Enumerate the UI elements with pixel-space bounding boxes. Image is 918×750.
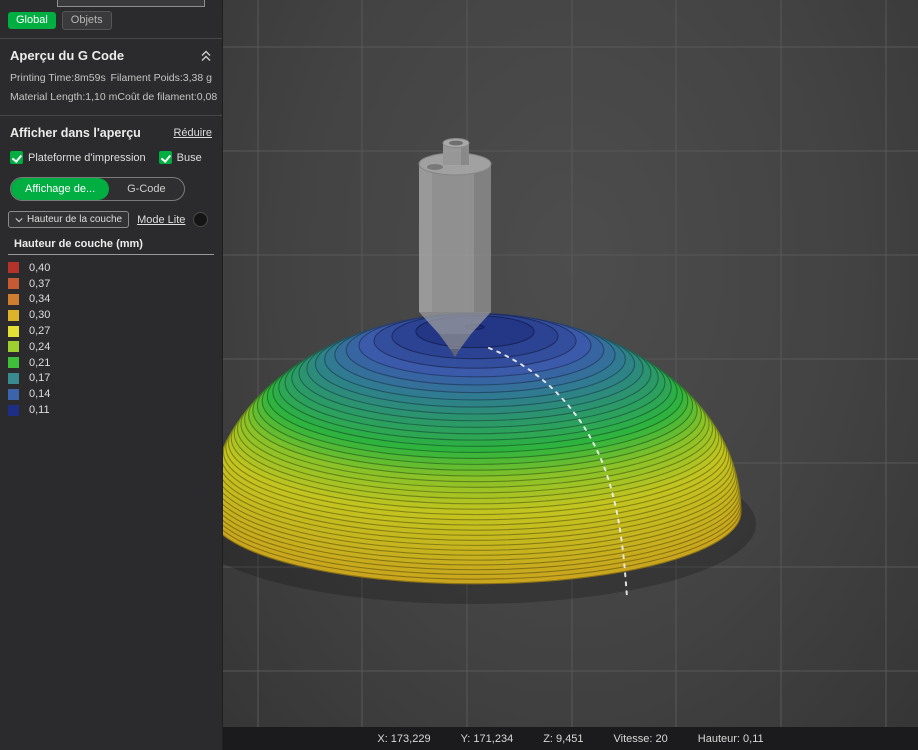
legend-item: 0,27 [8,323,222,339]
layer-color-swatch [8,341,19,352]
status-y: Y: 171,234 [461,733,514,745]
mode-lite-toggle[interactable] [193,212,208,227]
filament-weight-stat: Filament Poids:3,38 g [110,69,212,88]
layer-color-swatch [8,262,19,273]
legend-value: 0,17 [29,372,50,384]
reduce-link[interactable]: Réduire [173,127,212,139]
preview-checkboxes: Plateforme d'impression Buse [0,144,222,171]
legend-item: 0,30 [8,307,222,323]
checkbox-build-plate-label: Plateforme d'impression [28,152,146,164]
layer-color-swatch [8,326,19,337]
sidebar-panel: Global Objets Aperçu du G Code Printing … [0,0,223,750]
view-mode-toggle: Affichage de... G-Code [10,177,185,201]
legend-title: Hauteur de couche (mm) [8,238,214,255]
layer-dropdown-label: Hauteur de la couche [27,214,122,225]
status-z: Z: 9,451 [543,733,583,745]
legend-value: 0,24 [29,341,50,353]
legend-item: 0,24 [8,339,222,355]
chevron-down-icon [15,217,23,223]
gcode-panel-header: Aperçu du G Code [0,39,222,69]
legend-value: 0,14 [29,388,50,400]
layer-property-row: Hauteur de la couche Mode Lite [8,211,214,228]
layer-color-swatch [8,389,19,400]
print-stats: Printing Time:8m59s Filament Poids:3,38 … [0,69,222,113]
layer-color-swatch [8,278,19,289]
layer-color-swatch [8,373,19,384]
layer-color-swatch [8,357,19,368]
checkbox-build-plate[interactable]: Plateforme d'impression [10,151,146,164]
layer-property-dropdown[interactable]: Hauteur de la couche [8,211,129,228]
layer-height-legend: 0,40 0,37 0,34 0,30 0,27 0,24 0,21 0,17 … [0,255,222,418]
gcode-preview-scene[interactable] [223,0,918,750]
legend-value: 0,40 [29,262,50,274]
gcode-status-bar: X: 173,229 Y: 171,234 Z: 9,451 Vitesse: … [223,727,918,750]
status-height: Hauteur: 0,11 [698,733,764,745]
legend-value: 0,34 [29,293,50,305]
layer-color-swatch [8,294,19,305]
legend-value: 0,27 [29,325,50,337]
layer-color-swatch [8,310,19,321]
legend-item: 0,37 [8,276,222,292]
truncated-input[interactable] [57,0,205,7]
viewport-3d[interactable] [223,0,918,750]
checkbox-nozzle-label: Buse [177,152,202,164]
printing-time-stat: Printing Time:8m59s [10,69,106,88]
gcode-preview-title: Aperçu du G Code [10,48,124,63]
legend-item: 0,17 [8,371,222,387]
checkbox-checked-icon[interactable] [10,151,23,164]
mode-lite-link[interactable]: Mode Lite [137,214,185,226]
display-mode-button[interactable]: Affichage de... [11,178,109,200]
legend-value: 0,37 [29,278,50,290]
legend-value: 0,21 [29,357,50,369]
legend-item: 0,40 [8,260,222,276]
legend-item: 0,34 [8,292,222,308]
collapse-double-chevron-icon[interactable] [200,50,212,62]
gcode-model-dome [223,314,741,584]
legend-value: 0,11 [29,404,50,416]
filament-cost-stat: Coût de filament:0,08 [117,88,217,107]
legend-value: 0,30 [29,309,50,321]
checkbox-checked-icon[interactable] [159,151,172,164]
tab-objects[interactable]: Objets [62,11,112,30]
legend-item: 0,14 [8,386,222,402]
status-speed: Vitesse: 20 [614,733,668,745]
show-in-preview-header: Afficher dans l'aperçu Réduire [0,116,222,144]
status-x: X: 173,229 [377,733,430,745]
legend-item: 0,21 [8,355,222,371]
layer-color-swatch [8,405,19,416]
tab-global[interactable]: Global [8,12,56,29]
show-in-preview-title: Afficher dans l'aperçu [10,126,141,140]
material-length-stat: Material Length:1,10 m [10,88,117,107]
checkbox-nozzle[interactable]: Buse [159,151,202,164]
gcode-mode-button[interactable]: G-Code [109,178,184,200]
legend-item: 0,11 [8,402,222,418]
